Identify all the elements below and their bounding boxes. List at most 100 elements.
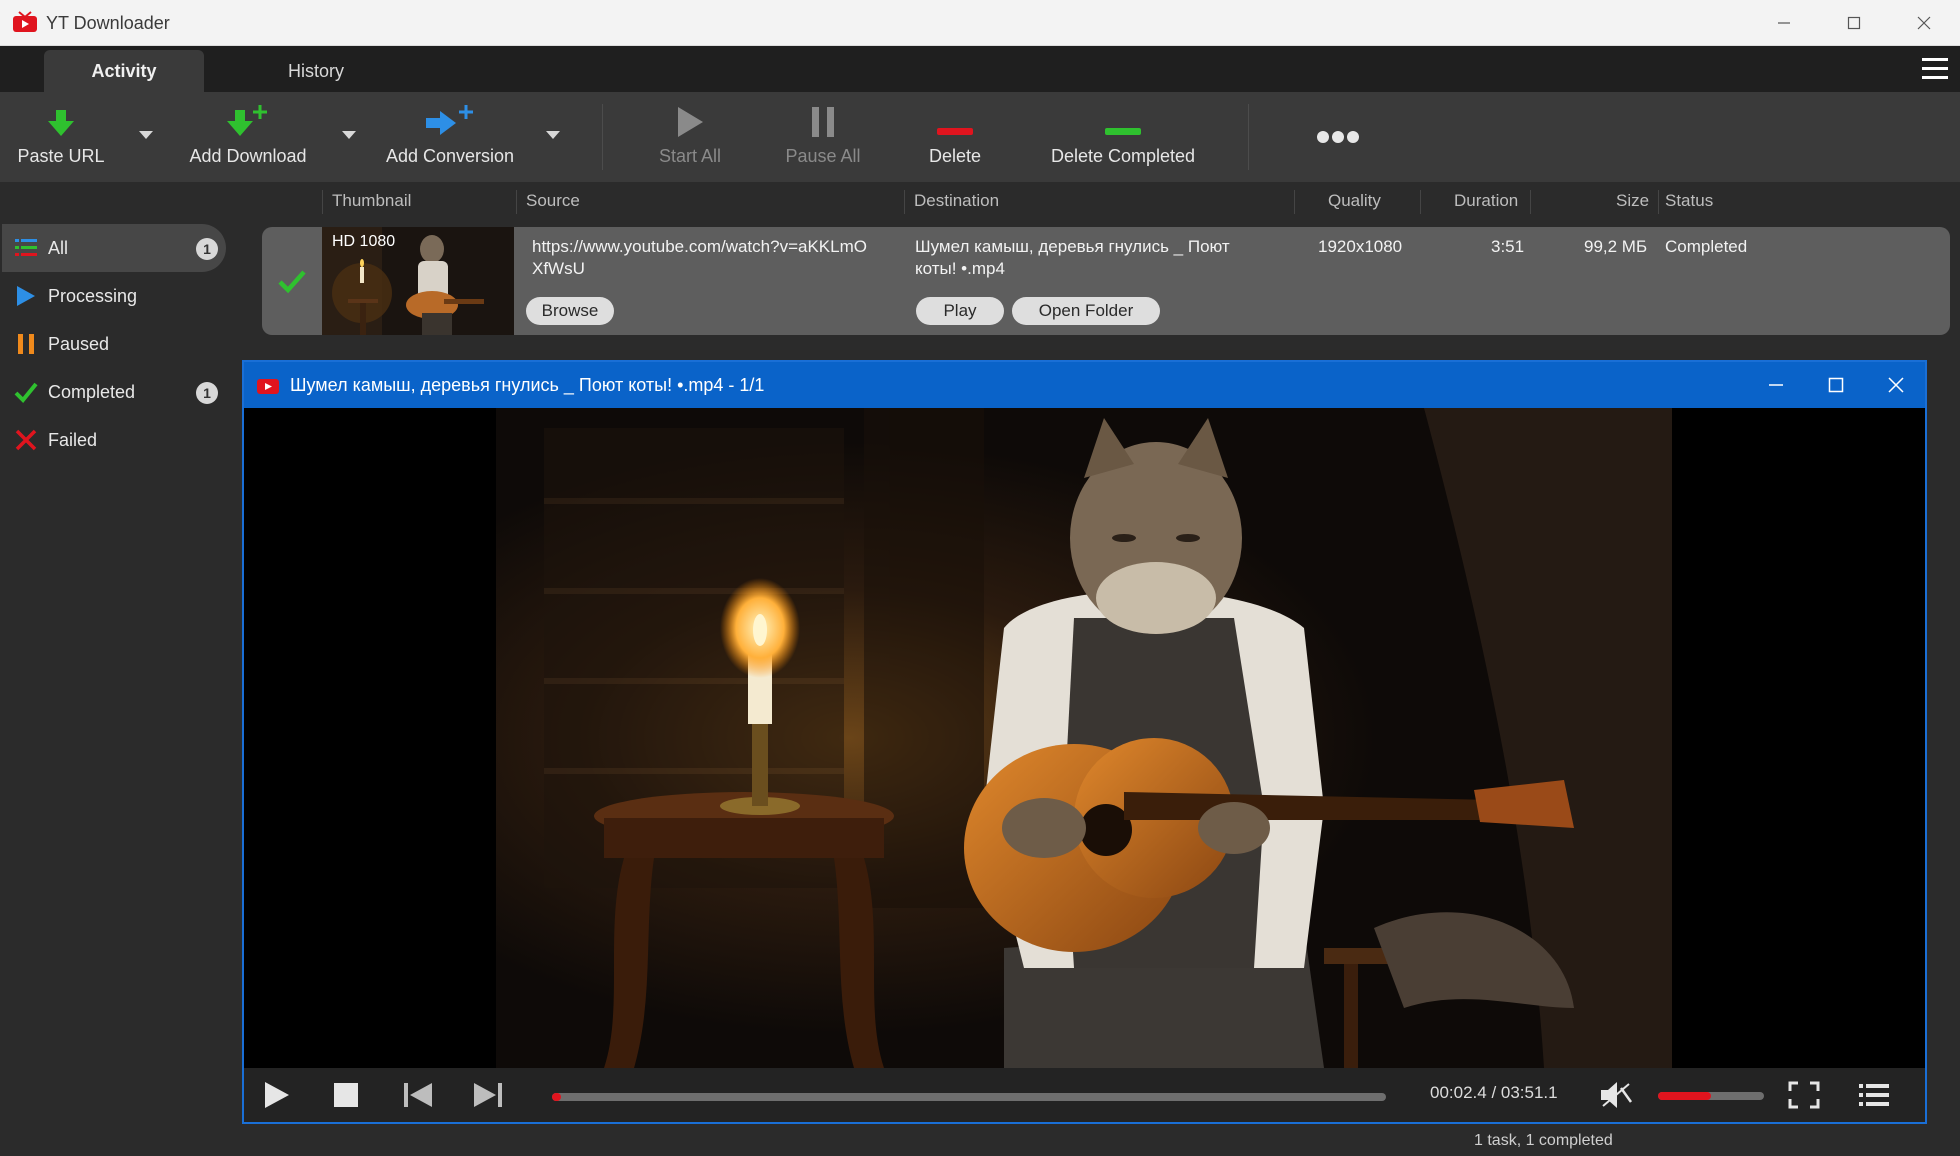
add-download-button[interactable]: Add Download (184, 92, 312, 182)
minimize-icon (1778, 22, 1790, 24)
sidebar-item-label: Completed (48, 381, 136, 402)
player-maximize-button[interactable] (1806, 362, 1866, 408)
conversion-arrow-icon (426, 105, 473, 135)
delete-completed-minus-icon (1105, 128, 1141, 135)
sidebar-item-failed[interactable]: Failed (2, 416, 226, 464)
stop-button[interactable] (328, 1078, 364, 1112)
time-display: 00:02.4 / 03:51.1 (1430, 1083, 1558, 1102)
source-url-line2: XfWsU (532, 259, 585, 278)
destination-line2: коты! •.mp4 (915, 259, 1005, 278)
download-row[interactable]: HD 1080 https://www.youtube.com/watch?v=… (262, 227, 1950, 335)
player-close-button[interactable] (1866, 362, 1926, 408)
fullscreen-button[interactable] (1786, 1078, 1822, 1112)
play-button[interactable]: Play (916, 297, 1004, 325)
add-conversion-button[interactable]: Add Conversion (384, 92, 516, 182)
sidebar-item-all[interactable]: All 1 (2, 224, 226, 272)
status-value: Completed (1665, 237, 1748, 256)
play-icon (14, 284, 38, 308)
player-title-bar: Шумел камыш, деревья гнулись _ Поют коты… (244, 362, 1925, 408)
count-badge: 1 (196, 238, 218, 260)
column-size[interactable]: Size (1616, 191, 1649, 211)
delete-button[interactable]: Delete (914, 92, 996, 182)
video-frame[interactable] (244, 408, 1925, 1068)
column-duration[interactable]: Duration (1454, 191, 1518, 211)
more-options-icon[interactable] (1316, 130, 1360, 144)
pause-icon (14, 332, 38, 356)
sidebar-item-completed[interactable]: Completed 1 (2, 368, 226, 416)
mute-button[interactable] (1598, 1078, 1634, 1112)
quality-badge: HD 1080 (332, 233, 396, 250)
sidebar-item-processing[interactable]: Processing (2, 272, 226, 320)
tab-activity[interactable]: Activity (44, 50, 204, 92)
column-thumbnail[interactable]: Thumbnail (332, 191, 411, 211)
column-status[interactable]: Status (1665, 191, 1713, 211)
sidebar: All 1 Processing Paused Completed 1 Fail… (0, 182, 240, 1126)
open-folder-button[interactable]: Open Folder (1012, 297, 1160, 325)
column-separator (1420, 190, 1421, 214)
next-button[interactable] (470, 1078, 506, 1112)
add-download-icon (227, 105, 267, 136)
maximize-button[interactable] (1819, 0, 1889, 46)
pause-all-icon (812, 107, 834, 137)
paste-url-dropdown-icon[interactable] (138, 130, 154, 140)
minimize-button[interactable] (1749, 0, 1819, 46)
sidebar-item-label: All (48, 237, 69, 258)
seek-bar[interactable] (552, 1093, 1386, 1101)
seek-progress (552, 1093, 562, 1101)
column-separator (322, 190, 323, 214)
tab-history[interactable]: History (236, 50, 396, 92)
stop-icon (334, 1083, 358, 1107)
column-separator (904, 190, 905, 214)
maximize-icon (1828, 377, 1844, 393)
volume-level (1658, 1092, 1711, 1100)
close-button[interactable] (1889, 0, 1959, 46)
start-all-button[interactable]: Start All (650, 92, 730, 182)
close-icon (1888, 377, 1904, 393)
toolbar-separator (602, 104, 603, 170)
check-icon (14, 380, 38, 404)
fullscreen-icon (1788, 1081, 1820, 1109)
status-text: 1 task, 1 completed (1474, 1132, 1613, 1149)
pause-all-button[interactable]: Pause All (782, 92, 864, 182)
toolbar-separator (1248, 104, 1249, 170)
toolbar: Paste URL Add Download Add Conversion St… (0, 92, 1960, 182)
playlist-icon (1859, 1084, 1889, 1106)
column-header: Thumbnail Source Destination Quality Dur… (240, 182, 1960, 220)
sidebar-item-label: Failed (48, 429, 98, 450)
player-minimize-button[interactable] (1746, 362, 1806, 408)
source-url-line1: https://www.youtube.com/watch?v=aKKLmO (532, 237, 867, 256)
column-destination[interactable]: Destination (914, 191, 999, 211)
tab-bar: Activity History (0, 46, 1960, 92)
add-download-dropdown-icon[interactable] (341, 130, 357, 140)
player-controls: 00:02.4 / 03:51.1 (244, 1068, 1925, 1122)
app-logo-icon (13, 11, 37, 32)
media-player-window: Шумел камыш, деревья гнулись _ Поют коты… (242, 360, 1927, 1124)
sidebar-item-label: Processing (48, 285, 138, 306)
maximize-icon (1847, 16, 1861, 30)
download-arrow-icon (48, 110, 74, 136)
previous-icon (404, 1083, 432, 1107)
destination-line1: Шумел камыш, деревья гнулись _ Поют (915, 237, 1230, 256)
paste-url-button[interactable]: Paste URL (16, 92, 106, 182)
next-icon (474, 1083, 502, 1107)
duration-value: 3:51 (1491, 237, 1525, 256)
column-separator (516, 190, 517, 214)
column-source[interactable]: Source (526, 191, 580, 211)
sidebar-item-label: Paused (48, 333, 110, 354)
delete-completed-button[interactable]: Delete Completed (1044, 92, 1202, 182)
playlist-button[interactable] (1856, 1078, 1892, 1112)
volume-slider[interactable] (1658, 1092, 1764, 1100)
previous-button[interactable] (400, 1078, 436, 1112)
completed-check-icon (262, 227, 322, 335)
column-quality[interactable]: Quality (1328, 191, 1381, 211)
play-button[interactable] (258, 1078, 294, 1112)
add-conversion-dropdown-icon[interactable] (545, 130, 561, 140)
column-separator (1658, 190, 1659, 214)
video-thumbnail[interactable]: HD 1080 (322, 227, 514, 335)
window-title: YT Downloader (46, 13, 170, 33)
column-separator (1294, 190, 1295, 214)
start-all-icon (678, 107, 703, 137)
browse-button[interactable]: Browse (526, 297, 614, 325)
main-menu-icon[interactable] (1920, 54, 1950, 84)
sidebar-item-paused[interactable]: Paused (2, 320, 226, 368)
